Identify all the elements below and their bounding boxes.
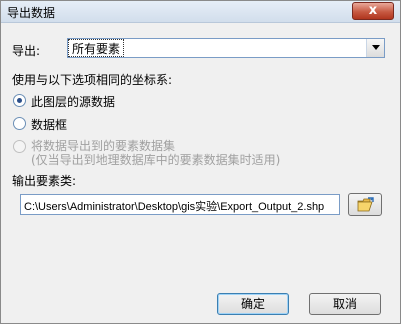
dropdown-arrow-button[interactable] — [366, 39, 384, 57]
radio-feature-dataset-note: (仅当导出到地理数据库中的要素数据集时适用) — [31, 153, 281, 167]
export-label: 导出: — [12, 44, 41, 58]
export-dropdown-value: 所有要素 — [68, 39, 125, 57]
window-title: 导出数据 — [7, 6, 56, 20]
export-data-dialog: 导出数据 x 导出: 所有要素 使用与以下选项相同的坐标系: 此图层的源数据 数… — [0, 0, 401, 324]
close-button[interactable]: x — [352, 2, 394, 20]
radio-data-frame-label[interactable]: 数据框 — [31, 116, 67, 133]
radio-source-data[interactable] — [13, 94, 26, 107]
export-dropdown[interactable]: 所有要素 — [67, 38, 385, 58]
coordinate-system-label: 使用与以下选项相同的坐标系: — [12, 73, 173, 87]
title-bar[interactable]: 导出数据 x — [1, 1, 400, 23]
cancel-button[interactable]: 取消 — [309, 293, 381, 315]
browse-button[interactable] — [348, 193, 382, 216]
ok-button[interactable]: 确定 — [217, 293, 289, 315]
output-path-field[interactable]: C:\Users\Administrator\Desktop\gis实验\Exp… — [20, 194, 340, 215]
output-feature-class-label: 输出要素类: — [12, 174, 77, 188]
close-icon: x — [368, 3, 378, 18]
radio-source-data-label[interactable]: 此图层的源数据 — [31, 93, 115, 110]
radio-feature-dataset — [13, 140, 26, 153]
open-folder-icon — [357, 197, 374, 212]
chevron-down-icon — [372, 45, 380, 50]
radio-data-frame[interactable] — [13, 117, 26, 130]
